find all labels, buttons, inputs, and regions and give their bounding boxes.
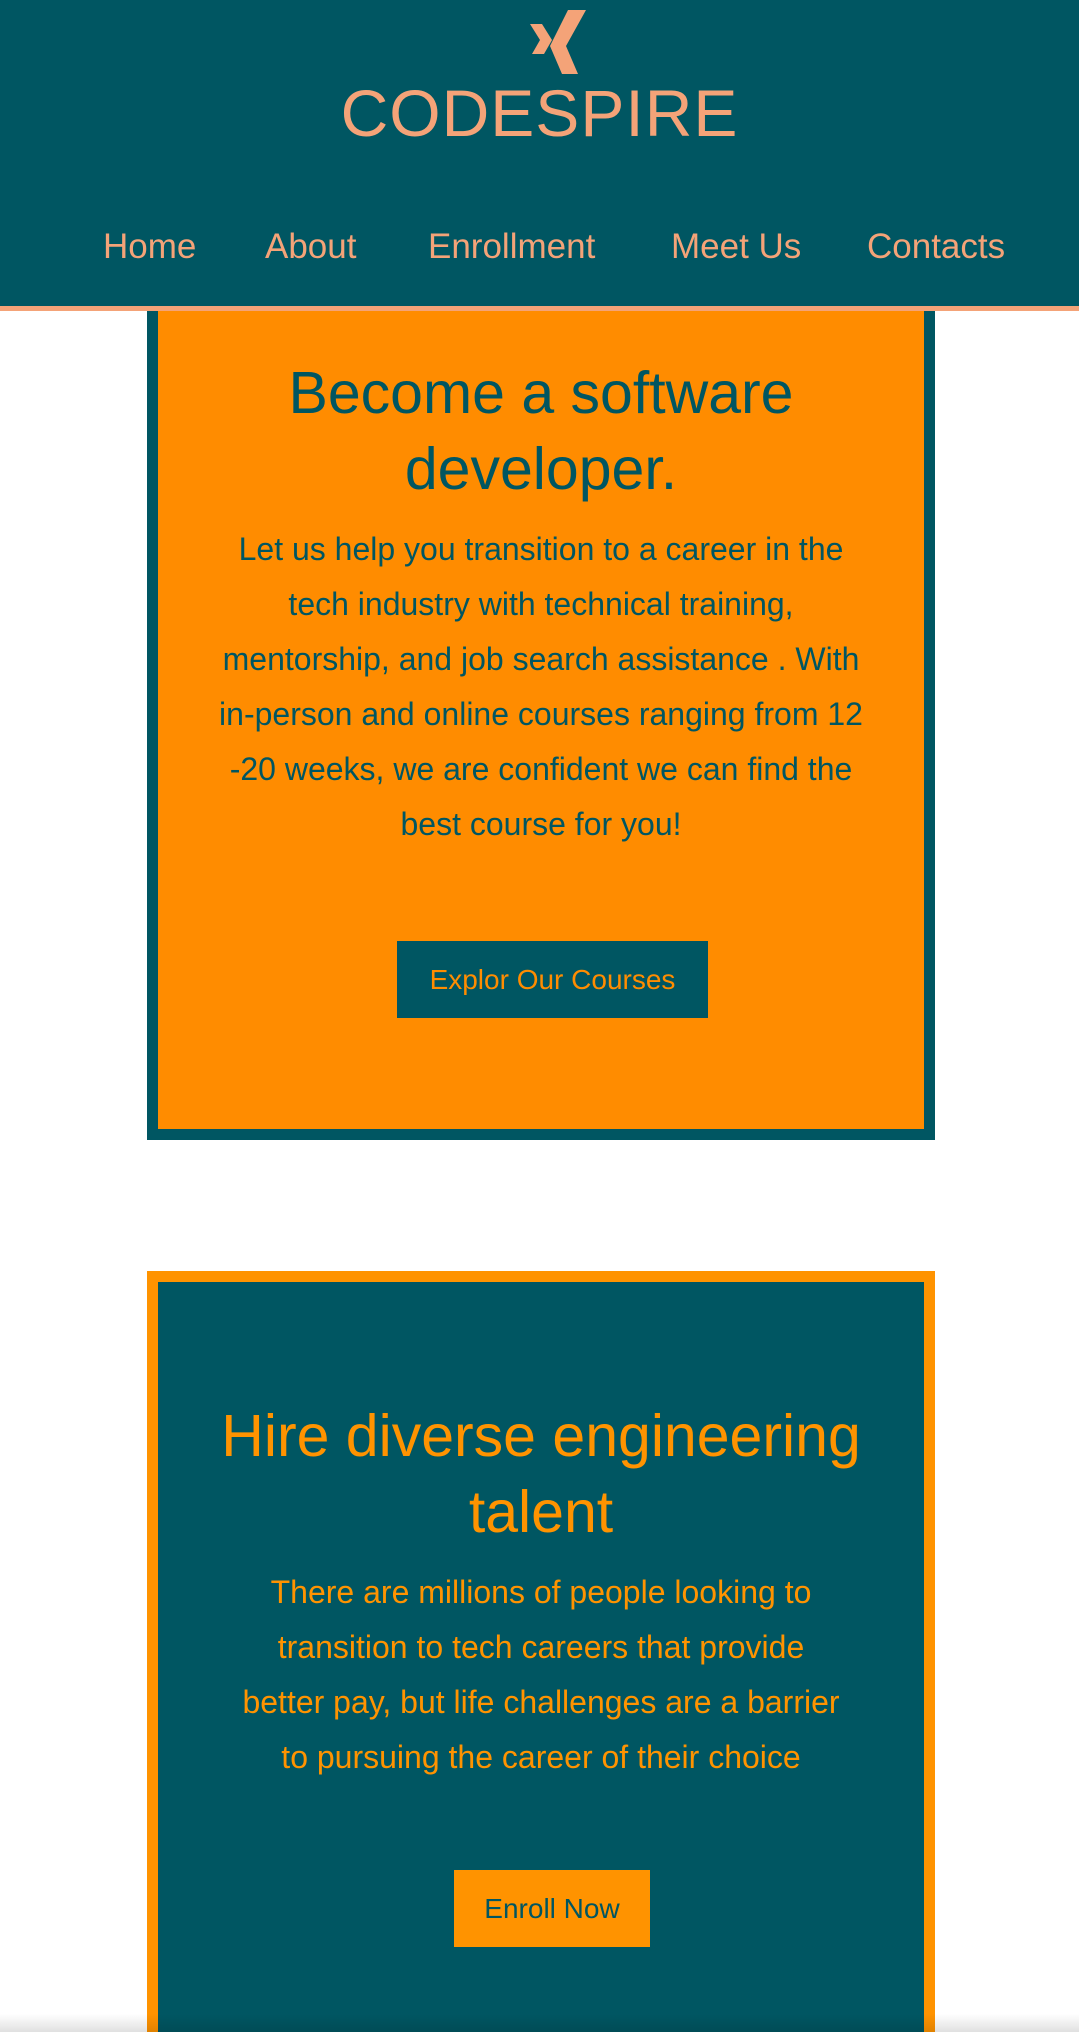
hero-description: Let us help you transition to a career i… (219, 531, 863, 842)
logo-icon[interactable] (530, 10, 588, 74)
nav-home[interactable]: Home (103, 222, 196, 272)
talent-section: Hire diverse engineering talent There ar… (147, 1271, 935, 2032)
nav-contacts[interactable]: Contacts (867, 222, 1005, 272)
hero-section: Become a software developer. Let us help… (147, 311, 935, 1140)
nav-meet-us[interactable]: Meet Us (671, 222, 801, 272)
nav-enrollment[interactable]: Enrollment (428, 222, 595, 272)
hero-title: Become a software developer. (288, 360, 794, 502)
enroll-now-button[interactable]: Enroll Now (454, 1870, 650, 1947)
talent-title: Hire diverse engineering talent (221, 1403, 861, 1545)
explore-courses-button[interactable]: Explor Our Courses (397, 941, 708, 1018)
main-nav: Home About Enrollment Meet Us Contacts (0, 222, 1079, 272)
brand-name[interactable]: CODESPIRE (0, 74, 1079, 152)
talent-description: There are millions of people looking to … (242, 1574, 840, 1775)
nav-about[interactable]: About (265, 222, 356, 272)
site-header: CODESPIRE Home About Enrollment Meet Us … (0, 0, 1079, 311)
